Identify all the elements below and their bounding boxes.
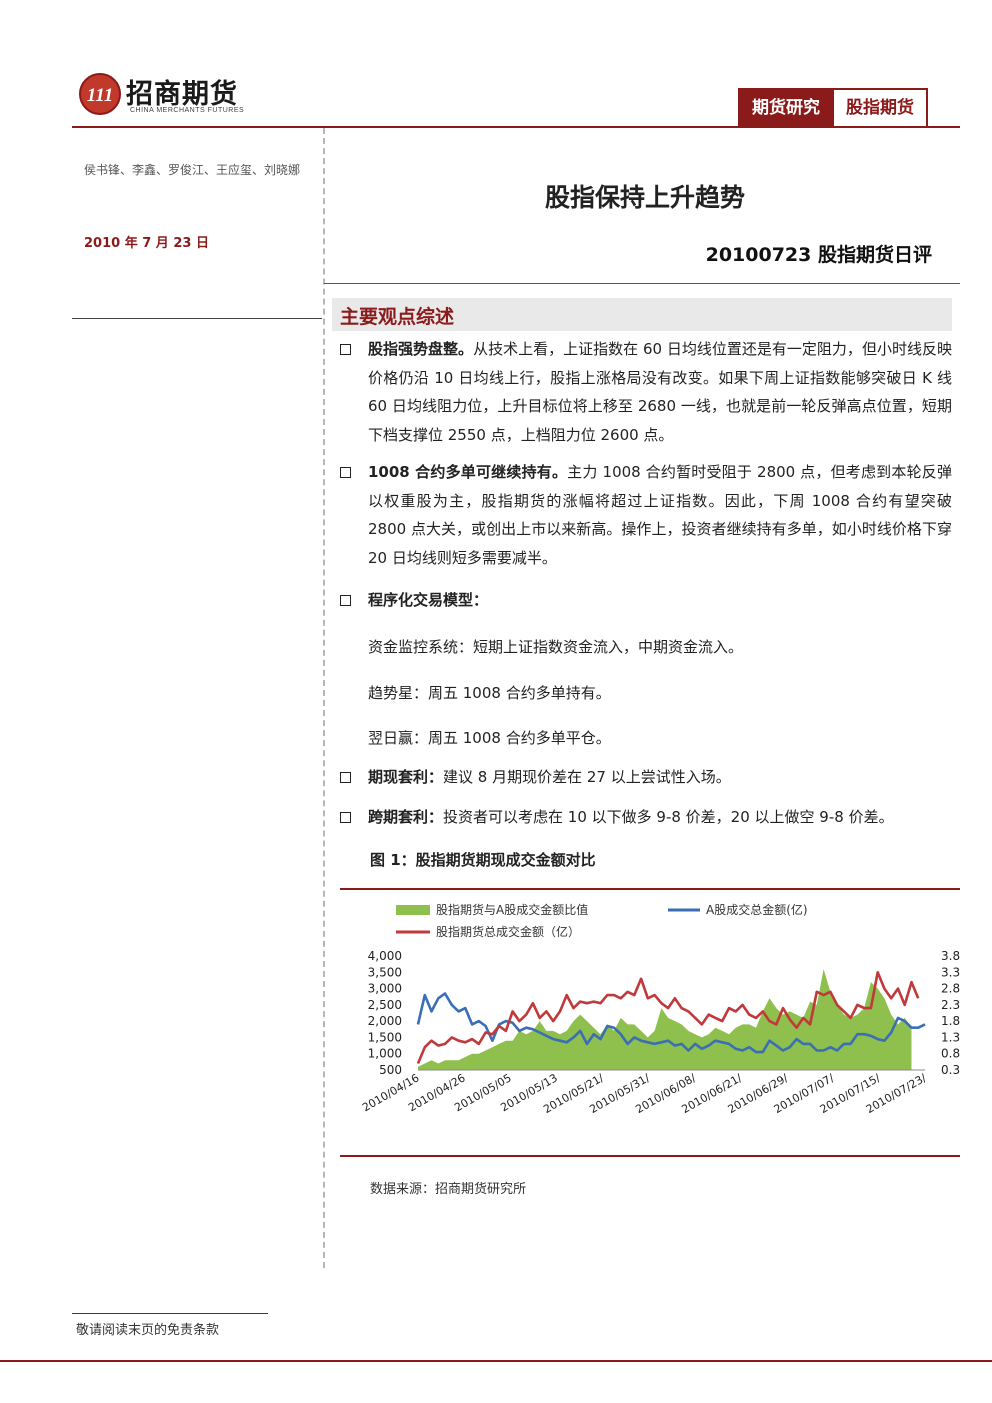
footer-short-rule (72, 1313, 268, 1314)
bullet-paragraph: 程序化交易模型： (368, 586, 952, 615)
brand-name-en: CHINA MERCHANTS FUTURES (130, 107, 245, 114)
bullet-paragraph: 跨期套利：投资者可以考虑在 10 以下做多 9-8 价差，20 以上做空 9-8… (368, 803, 952, 832)
chart-svg: 股指期货与A股成交金额比值 A股成交总金额(亿) 股指期货总成交金额（亿） 4,… (360, 902, 960, 1116)
checkbox-bullet-icon (340, 344, 351, 355)
y-right-tick-label: 2.3 (941, 998, 960, 1012)
model-line: 趋势星：周五 1008 合约多单持有。 (368, 684, 611, 702)
checkbox-bullet-icon (340, 772, 351, 783)
brand-name-cn: 招商期货 (126, 79, 238, 110)
plot-area (416, 969, 926, 1071)
y-left-tick-label: 4,000 (368, 949, 402, 963)
checkbox-bullet-icon (340, 812, 351, 823)
figure-top-rule (340, 888, 960, 890)
author-list: 侯书锋、李鑫、罗俊江、王应玺、刘晓娜 (84, 163, 301, 177)
y-right-tick-label: 0.8 (941, 1047, 960, 1061)
legend-label-futures: 股指期货总成交金额（亿） (436, 924, 580, 939)
svg-text:111: 111 (87, 85, 113, 106)
bullet-lead: 1008 合约多单可继续持有。 (368, 463, 568, 481)
right-axis: 3.8 3.3 2.8 2.3 1.8 1.3 0.8 0.3 (941, 949, 960, 1077)
section-title: 主要观点综述 (340, 306, 455, 328)
bullet-text: 建议 8 月期现价差在 27 以上尝试性入场。 (443, 768, 731, 786)
brand-logo: 111 招商期货 CHINA MERCHANTS FUTURES (78, 70, 258, 120)
y-left-tick-label: 1,500 (368, 1030, 402, 1044)
header-divider (72, 126, 960, 128)
report-date: 2010 年 7 月 23 日 (84, 236, 209, 251)
bullet-paragraph: 期现套利：建议 8 月期现价差在 27 以上尝试性入场。 (368, 763, 952, 792)
y-right-tick-label: 3.3 (941, 965, 960, 979)
y-left-tick-label: 500 (379, 1063, 402, 1077)
model-line: 资金监控系统：短期上证指数资金流入，中期资金流入。 (368, 638, 744, 656)
bullet-text: 投资者可以考虑在 10 以下做多 9-8 价差，20 以上做空 9-8 价差。 (443, 808, 894, 826)
header-tags: 期货研究 股指期货 (738, 88, 928, 128)
figure-title: 图 1：股指期货期现成交金额对比 (370, 851, 596, 869)
checkbox-bullet-icon (340, 595, 351, 606)
bullet-lead: 期现套利： (368, 768, 444, 786)
title-divider (324, 283, 960, 284)
volume-chart: 股指期货与A股成交金额比值 A股成交总金额(亿) 股指期货总成交金额（亿） 4,… (340, 892, 960, 1158)
report-subtitle: 20100723 股指期货日评 (705, 244, 932, 266)
bullet-paragraph: 1008 合约多单可继续持有。主力 1008 合约暂时受阻于 2800 点，但考… (368, 458, 952, 572)
y-right-tick-label: 1.3 (941, 1030, 960, 1044)
disclaimer-note: 敬请阅读末页的免责条款 (76, 1323, 220, 1338)
y-right-tick-label: 3.8 (941, 949, 960, 963)
tag-futures-research: 期货研究 (740, 90, 832, 126)
model-line: 翌日赢：周五 1008 合约多单平仓。 (368, 729, 611, 747)
column-separator (323, 128, 325, 1268)
ratio-area-series (418, 969, 912, 1070)
y-left-tick-label: 1,000 (368, 1047, 402, 1061)
y-left-tick-label: 3,000 (368, 982, 402, 996)
bullet-lead: 股指强势盘整。 (368, 340, 474, 358)
y-left-tick-label: 2,000 (368, 1014, 402, 1028)
legend-label-ratio: 股指期货与A股成交金额比值 (436, 902, 588, 917)
y-left-tick-label: 3,500 (368, 965, 402, 979)
data-source: 数据来源：招商期货研究所 (370, 1182, 527, 1197)
y-right-tick-label: 1.8 (941, 1014, 960, 1028)
footer-divider (0, 1360, 992, 1362)
legend-swatch-ratio (396, 905, 430, 915)
report-title: 股指保持上升趋势 (544, 183, 745, 212)
logo-mark-icon: 111 (78, 72, 122, 116)
section-header: 主要观点综述 (332, 298, 952, 331)
y-right-tick-label: 2.8 (941, 982, 960, 996)
checkbox-bullet-icon (340, 467, 351, 478)
bullet-lead: 程序化交易模型： (368, 591, 489, 609)
legend-label-ashare: A股成交总金额(亿) (706, 902, 808, 917)
bullet-paragraph: 股指强势盘整。从技术上看，上证指数在 60 日均线位置还是有一定阻力，但小时线反… (368, 335, 952, 449)
tag-index-futures: 股指期货 (832, 90, 926, 126)
bullet-lead: 跨期套利： (368, 808, 444, 826)
sidebar-divider (72, 318, 322, 319)
x-axis: 2010/04/162010/04/262010/05/052010/05/13… (360, 1071, 929, 1116)
y-left-tick-label: 2,500 (368, 998, 402, 1012)
left-axis: 4,000 3,500 3,000 2,500 2,000 1,500 1,000 500 (368, 949, 402, 1077)
figure-bottom-rule (340, 1155, 960, 1157)
y-right-tick-label: 0.3 (941, 1063, 960, 1077)
